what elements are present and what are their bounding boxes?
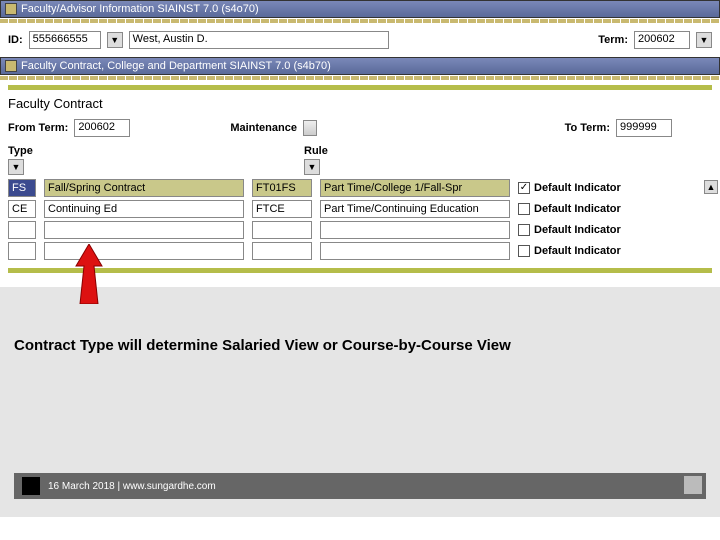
term-row: From Term: 200602 Maintenance To Term: 9… <box>8 119 712 137</box>
term-dropdown[interactable]: ▼ <box>696 32 712 48</box>
type-header: Type <box>8 145 40 157</box>
rule-header: Rule <box>304 145 320 157</box>
cell-type-desc[interactable]: Fall/Spring Contract <box>44 179 244 197</box>
default-indicator-group[interactable]: Default Indicator <box>518 203 658 215</box>
maintenance-label: Maintenance <box>230 122 297 134</box>
window-title-bar-2: Faculty Contract, College and Department… <box>0 57 720 75</box>
window-title-2: Faculty Contract, College and Department… <box>21 60 331 72</box>
cell-type[interactable]: CE <box>8 200 36 218</box>
to-term-field[interactable]: 999999 <box>616 119 672 137</box>
term-field[interactable]: 200602 <box>634 31 690 49</box>
id-label: ID: <box>8 34 23 46</box>
app-icon <box>5 60 17 72</box>
default-indicator-group[interactable]: Default Indicator <box>518 245 658 257</box>
cell-type-desc[interactable] <box>44 242 244 260</box>
type-dropdown[interactable]: ▼ <box>8 159 24 175</box>
cell-type-desc[interactable]: Continuing Ed <box>44 200 244 218</box>
cell-rule-desc[interactable] <box>320 242 510 260</box>
cell-rule[interactable]: FT01FS <box>252 179 312 197</box>
cell-type[interactable]: FS <box>8 179 36 197</box>
rule-dropdown[interactable]: ▼ <box>304 159 320 175</box>
term-label: Term: <box>598 34 628 46</box>
checkbox-icon[interactable] <box>518 245 530 257</box>
table-row[interactable]: CE Continuing Ed FTCE Part Time/Continui… <box>8 200 712 218</box>
maintenance-icon[interactable] <box>303 120 317 136</box>
cell-rule-desc[interactable] <box>320 221 510 239</box>
cell-rule-desc[interactable]: Part Time/College 1/Fall-Spr <box>320 179 510 197</box>
checkbox-icon[interactable] <box>518 224 530 236</box>
default-indicator-group[interactable]: Default Indicator <box>518 224 658 236</box>
section-divider <box>8 268 712 273</box>
cell-type-desc[interactable] <box>44 221 244 239</box>
id-field[interactable]: 555666555 <box>29 31 101 49</box>
footer-text: 16 March 2018 | www.sungardhe.com <box>48 481 216 492</box>
cell-type[interactable] <box>8 221 36 239</box>
footer-right-square <box>684 476 702 494</box>
faculty-contract-section: Faculty Contract From Term: 200602 Maint… <box>0 80 720 281</box>
id-panel: ID: 555666555 ▼ West, Austin D. Term: 20… <box>0 23 720 57</box>
default-indicator-label: Default Indicator <box>534 245 621 257</box>
scroll-up-icon[interactable]: ▲ <box>704 180 718 194</box>
default-indicator-group[interactable]: ✓ Default Indicator <box>518 182 658 194</box>
name-field[interactable]: West, Austin D. <box>129 31 389 49</box>
contract-grid: FS Fall/Spring Contract FT01FS Part Time… <box>8 179 712 260</box>
window-title-bar-1: Faculty/Advisor Information SIAINST 7.0 … <box>0 0 720 18</box>
window-title-1: Faculty/Advisor Information SIAINST 7.0 … <box>21 3 259 15</box>
default-indicator-label: Default Indicator <box>534 224 621 236</box>
footer-square-icon <box>22 477 40 495</box>
annotation-panel: Contract Type will determine Salaried Vi… <box>0 287 720 517</box>
id-dropdown[interactable]: ▼ <box>107 32 123 48</box>
table-row[interactable]: FS Fall/Spring Contract FT01FS Part Time… <box>8 179 712 197</box>
default-indicator-label: Default Indicator <box>534 182 621 194</box>
checkbox-icon[interactable]: ✓ <box>518 182 530 194</box>
cell-rule[interactable] <box>252 221 312 239</box>
cell-rule[interactable]: FTCE <box>252 200 312 218</box>
cell-rule[interactable] <box>252 242 312 260</box>
cell-rule-desc[interactable]: Part Time/Continuing Education <box>320 200 510 218</box>
footer-bar: 16 March 2018 | www.sungardhe.com <box>14 473 706 499</box>
grid-header: Type ▼ Rule ▼ <box>8 145 712 175</box>
checkbox-icon[interactable] <box>518 203 530 215</box>
from-term-label: From Term: <box>8 122 68 134</box>
cell-type[interactable] <box>8 242 36 260</box>
section-title: Faculty Contract <box>8 96 712 111</box>
annotation-text: Contract Type will determine Salaried Vi… <box>14 337 706 354</box>
from-term-field[interactable]: 200602 <box>74 119 130 137</box>
table-row[interactable]: Default Indicator <box>8 242 712 260</box>
id-row: ID: 555666555 ▼ West, Austin D. Term: 20… <box>6 27 714 53</box>
default-indicator-label: Default Indicator <box>534 203 621 215</box>
to-term-label: To Term: <box>565 122 610 134</box>
section-divider <box>8 85 712 90</box>
table-row[interactable]: Default Indicator <box>8 221 712 239</box>
app-icon <box>5 3 17 15</box>
